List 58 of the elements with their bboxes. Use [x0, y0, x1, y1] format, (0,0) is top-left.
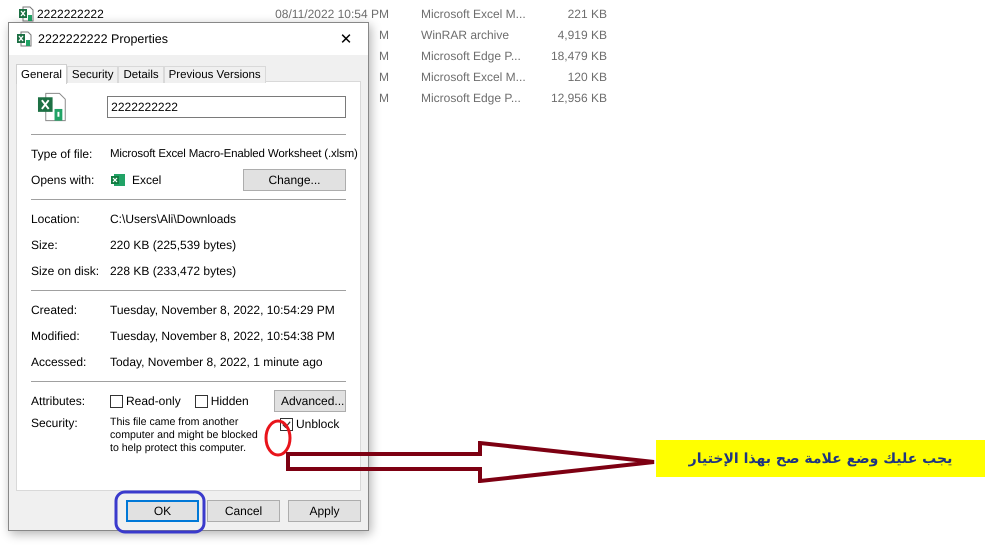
file-size: 18,479 KB	[550, 48, 607, 62]
field-value: Today, November 8, 2022, 1 minute ago	[110, 355, 323, 369]
tab[interactable]: Details	[118, 66, 164, 83]
excel-file-icon	[16, 31, 32, 47]
advanced-button[interactable]: Advanced...	[274, 390, 346, 412]
checkbox-label: Hidden	[210, 394, 249, 408]
date-modified: M	[379, 70, 389, 84]
date-modified: 08/11/2022 10:54 PM	[275, 6, 389, 20]
field-value: Tuesday, November 8, 2022, 10:54:29 PM	[110, 303, 335, 317]
file-type: WinRAR archive	[421, 28, 510, 42]
field-label: Attributes:	[31, 394, 86, 408]
security-warning: This file came from another computer and might be blocked to help protect this computer.	[110, 416, 259, 455]
field-value: Tuesday, November 8, 2022, 10:54:38 PM	[110, 329, 335, 343]
file-size: 221 KB	[566, 6, 607, 20]
file-name-field[interactable]: 2222222222	[107, 96, 346, 118]
field-label: Security:	[31, 416, 79, 430]
field-label: Size on disk:	[31, 264, 100, 278]
checkbox[interactable]	[194, 394, 208, 408]
callout-note: يجب عليك وضع علامة صح بهذا الإختيار	[656, 440, 985, 477]
checkbox-label: Unblock	[296, 417, 340, 431]
checkmark-icon	[281, 418, 292, 430]
file-name[interactable]: 2222222222	[37, 6, 104, 20]
field-label: Modified:	[31, 329, 81, 343]
field-value: Microsoft Excel Macro-Enabled Worksheet (.xlsm)	[110, 148, 358, 160]
field-value: 228 KB (233,472 bytes)	[110, 264, 236, 278]
file-size: 12,956 KB	[550, 90, 607, 104]
tab[interactable]: Security	[66, 66, 118, 83]
field-label: Opens with:	[31, 173, 96, 187]
dialog-button[interactable]: Cancel	[207, 500, 280, 522]
date-modified: M	[379, 90, 389, 104]
file-size: 120 KB	[566, 70, 607, 84]
excel-file-icon	[37, 91, 68, 123]
file-type: Microsoft Excel M...	[421, 70, 527, 84]
checkbox-label: Read-only	[126, 394, 181, 408]
date-modified: M	[379, 28, 389, 42]
file-type: Microsoft Edge P...	[421, 48, 522, 62]
field-label: Size:	[31, 238, 59, 252]
tab[interactable]: Previous Versions	[164, 66, 266, 83]
field-label: Created:	[31, 303, 78, 317]
file-size: 4,919 KB	[556, 28, 607, 42]
change-button[interactable]: Change...	[243, 169, 346, 191]
field-label: Accessed:	[31, 355, 88, 369]
close-button[interactable]: ✕	[324, 23, 368, 55]
file-type: Microsoft Excel M...	[421, 6, 527, 20]
tab[interactable]: General	[16, 64, 67, 84]
field-label: Type of file:	[31, 147, 94, 161]
field-value: C:\Users\Ali\Downloads	[110, 212, 236, 226]
window-title: 2222222222 Properties	[38, 32, 169, 46]
highlight-circle	[263, 418, 293, 458]
field-value: 220 KB (225,539 bytes)	[110, 238, 236, 252]
field-label: Location:	[31, 212, 81, 226]
field-value: Excel	[132, 173, 162, 187]
checkbox[interactable]	[110, 394, 123, 408]
excel-app-icon	[110, 172, 126, 188]
file-type: Microsoft Edge P...	[421, 90, 522, 104]
date-modified: M	[379, 48, 389, 62]
dialog-button[interactable]: Apply	[288, 500, 361, 522]
dialog-button[interactable]: OK	[126, 500, 199, 522]
